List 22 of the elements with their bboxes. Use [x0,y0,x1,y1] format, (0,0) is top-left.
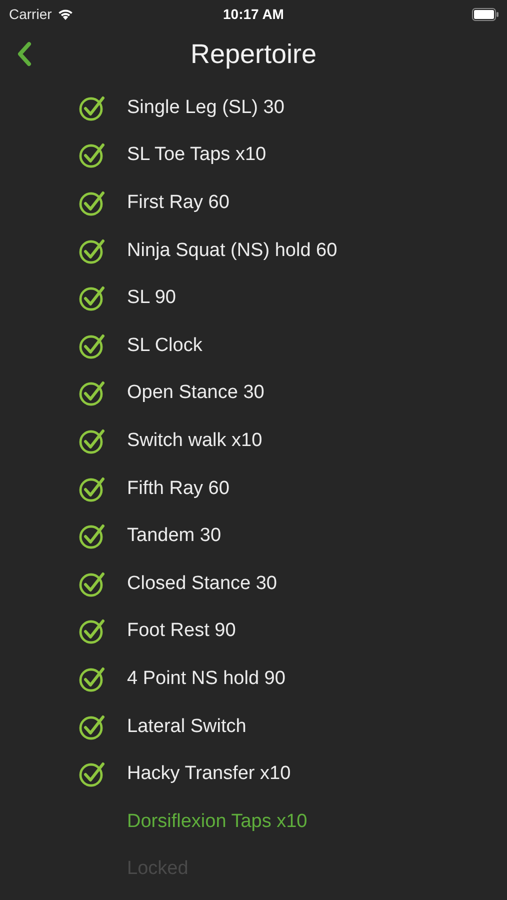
exercise-name[interactable]: 4 Point NS hold 90 [127,668,286,690]
exercise-name[interactable]: Ninja Squat (NS) hold 60 [127,240,338,262]
exercise-name[interactable]: Foot Rest 90 [127,620,236,642]
exercise-name[interactable]: Switch walk x10 [127,430,262,452]
wifi-icon [56,8,74,20]
back-icon[interactable] [16,41,32,67]
exercise-name[interactable]: Tandem 30 [127,525,222,548]
exercise-name[interactable]: SL Toe Taps x10 [127,144,266,166]
battery-icon [472,8,499,20]
clock-time: 10:17 AM [222,6,285,22]
exercise-name[interactable]: Dorsiflexion Taps x10 [127,810,308,833]
exercise-name[interactable]: Hacky Transfer x10 [127,763,291,786]
exercise-name[interactable]: Single Leg (SL) 30 [127,96,284,119]
screen-title: Repertoire [190,38,317,70]
exercise-name[interactable]: Lateral Switch [127,716,246,738]
exercise-name[interactable]: SL 90 [127,287,176,310]
exercise-name[interactable]: Fifth Ray 60 [127,478,230,500]
exercise-name[interactable]: First Ray 60 [127,192,230,214]
exercise-name[interactable]: Open Stance 30 [127,382,264,404]
carrier-name: Carrier [9,6,52,22]
exercise-name[interactable]: Closed Stance 30 [127,572,277,595]
exercise-name[interactable]: SL Clock [127,334,202,357]
